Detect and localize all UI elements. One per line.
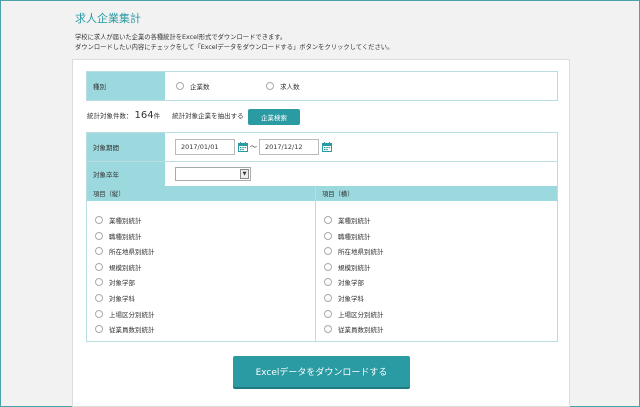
horizontal-item-option[interactable]: 上場区分別統計 xyxy=(324,309,384,319)
item-option-label: 対象学部 xyxy=(338,279,364,288)
horizontal-item-option[interactable]: 対象学科 xyxy=(324,293,364,303)
calendar-icon[interactable] xyxy=(238,142,248,152)
item-option-label: 上場区分別統計 xyxy=(109,310,155,319)
item-option-label: 業種別統計 xyxy=(338,217,371,225)
period-from-input[interactable]: 2017/01/01 xyxy=(175,139,235,155)
type-option-label: 求人数 xyxy=(280,83,300,91)
horizontal-item-option[interactable]: 対象学部 xyxy=(324,277,364,287)
type-label: 種別 xyxy=(87,72,165,100)
radio-icon xyxy=(324,231,332,240)
extract-label: 統計対象企業を抽出する xyxy=(172,112,244,120)
count-value: 164 xyxy=(134,110,154,121)
period-label: 対象期間 xyxy=(87,133,165,161)
radio-icon xyxy=(95,294,103,302)
item-option-label: 従業員数別統計 xyxy=(338,326,384,335)
item-option-label: 規模別統計 xyxy=(109,263,142,272)
item-option-label: 所在地県別統計 xyxy=(338,248,384,257)
radio-icon xyxy=(324,262,332,271)
radio-icon xyxy=(95,278,103,287)
radio-icon xyxy=(95,325,103,334)
vertical-item-option[interactable]: 対象学部 xyxy=(95,277,135,287)
form-panel: 種別 企業数 求人数 統計対象件数： 164 件 統計対象企業を抽出する 企業検… xyxy=(72,59,570,407)
radio-icon xyxy=(324,278,332,287)
radio-icon xyxy=(324,325,332,334)
horizontal-item-option[interactable]: 所在地県別統計 xyxy=(324,246,384,256)
vertical-item-option[interactable]: 業種別統計 xyxy=(95,215,142,225)
vertical-item-option[interactable]: 職種別統計 xyxy=(95,231,142,241)
type-option-companies[interactable]: 企業数 xyxy=(176,81,210,91)
vertical-item-option[interactable]: 従業員数別統計 xyxy=(95,324,155,334)
type-option-jobs[interactable]: 求人数 xyxy=(266,81,300,91)
period-separator: ～ xyxy=(250,143,257,151)
item-option-label: 所在地県別統計 xyxy=(109,248,155,257)
radio-icon xyxy=(176,82,184,90)
item-option-label: 上場区分別統計 xyxy=(338,310,384,319)
radio-icon xyxy=(95,262,103,271)
radio-icon xyxy=(95,216,103,224)
horizontal-item-option[interactable]: 業種別統計 xyxy=(324,215,371,225)
horizontal-item-option[interactable]: 規模別統計 xyxy=(324,262,371,272)
radio-icon xyxy=(324,216,332,224)
period-to-input[interactable]: 2017/12/12 xyxy=(259,139,319,155)
horizontal-items-header: 項目（横） xyxy=(316,186,557,201)
vertical-item-option[interactable]: 対象学科 xyxy=(95,293,135,303)
item-option-label: 対象学部 xyxy=(109,279,135,288)
calendar-icon[interactable] xyxy=(322,142,332,152)
criteria-box: 対象期間 2017/01/01 ～ 2017/12/12 対象卒年 ▼ 項目（縦… xyxy=(86,132,558,342)
radio-icon xyxy=(324,247,332,256)
item-option-label: 対象学科 xyxy=(338,295,364,303)
radio-icon xyxy=(95,231,103,240)
excel-download-button[interactable]: Excelデータをダウンロードする xyxy=(233,356,410,387)
radio-icon xyxy=(95,247,103,256)
item-option-label: 規模別統計 xyxy=(338,263,371,272)
type-option-label: 企業数 xyxy=(190,83,210,91)
vertical-item-option[interactable]: 上場区分別統計 xyxy=(95,309,155,319)
vertical-item-option[interactable]: 規模別統計 xyxy=(95,262,142,272)
page-description-line-2: ダウンロードしたい内容にチェックをして「Excelデータをダウンロードする」ボタ… xyxy=(75,44,394,51)
item-option-label: 従業員数別統計 xyxy=(109,326,155,335)
item-option-label: 業種別統計 xyxy=(109,217,142,225)
count-label: 統計対象件数： xyxy=(87,112,133,120)
horizontal-item-option[interactable]: 職種別統計 xyxy=(324,231,371,241)
radio-icon xyxy=(324,309,332,318)
company-search-button[interactable]: 企業検索 xyxy=(248,109,300,125)
count-unit: 件 xyxy=(153,112,161,120)
radio-icon xyxy=(266,82,274,90)
type-row: 種別 企業数 求人数 xyxy=(86,71,558,101)
item-option-label: 職種別統計 xyxy=(109,232,142,241)
radio-icon xyxy=(324,294,332,302)
item-option-label: 職種別統計 xyxy=(338,232,371,241)
count-row: 統計対象件数： 164 件 統計対象企業を抽出する xyxy=(87,110,244,121)
horizontal-item-option[interactable]: 従業員数別統計 xyxy=(324,324,384,334)
grad-year-label: 対象卒年 xyxy=(87,162,165,186)
chevron-down-icon: ▼ xyxy=(240,169,249,179)
page-description-line-1: 学校に求人が届いた企業の各種統計をExcel形式でダウンロードできます。 xyxy=(75,34,287,41)
vertical-items-header: 項目（縦） xyxy=(87,186,315,201)
vertical-item-option[interactable]: 所在地県別統計 xyxy=(95,246,155,256)
radio-icon xyxy=(95,309,103,318)
grad-year-select[interactable]: ▼ xyxy=(175,167,251,181)
page-title: 求人企業集計 xyxy=(75,12,141,25)
item-option-label: 対象学科 xyxy=(109,295,135,303)
